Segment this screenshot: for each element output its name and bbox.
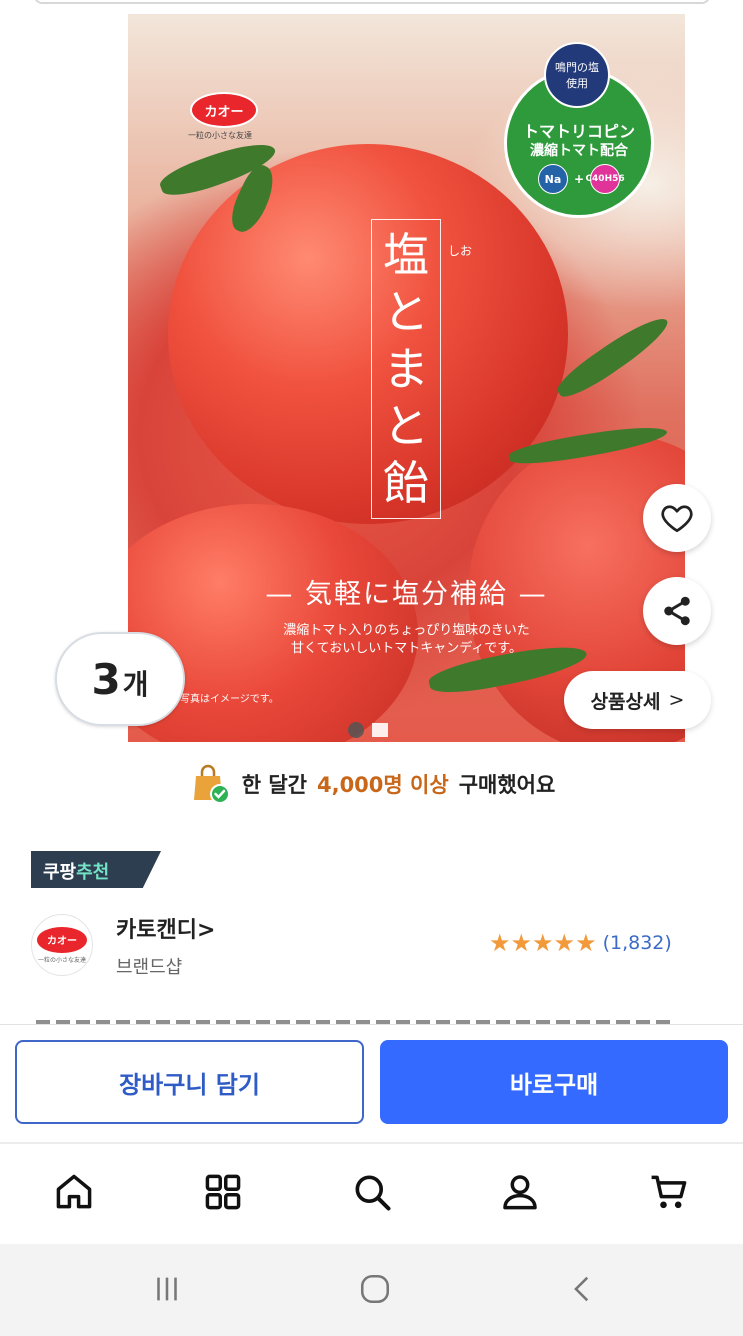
product-description: 濃縮トマト入りのちょっぴり塩味のきいた 甘くておいしいトマトキャンディです。: [128, 622, 685, 658]
action-bar: 장바구니 담기 바로구매: [0, 1024, 743, 1140]
quantity-badge: 3 개: [55, 632, 185, 726]
wishlist-button[interactable]: [643, 484, 711, 552]
cart-icon: [651, 1175, 687, 1209]
rating[interactable]: ★ ★ ★ ★ ★ (1,832): [489, 931, 672, 955]
sodium-icon: Na: [537, 164, 568, 194]
shopping-bag-check-icon: [193, 764, 230, 804]
carousel-dot-active[interactable]: [348, 722, 364, 738]
star-icon: ★: [510, 929, 533, 957]
purchase-highlight: 4,000명 이상: [316, 773, 449, 797]
star-icon: ★: [532, 929, 554, 957]
tomato-image: [168, 144, 568, 524]
product-page: カオー 一粒の小さな友達 トマトリコピン 濃縮トマト配合 Na + C40H56…: [0, 0, 743, 1336]
brand-logo[interactable]: カオー 一粒の小さな友達: [31, 914, 93, 976]
nav-category[interactable]: [197, 1166, 249, 1218]
description-line: 濃縮トマト入りのちょっぴり塩味のきいた: [283, 623, 530, 638]
product-image[interactable]: カオー 一粒の小さな友達 トマトリコピン 濃縮トマト配合 Na + C40H56…: [128, 14, 685, 742]
detail-button-label: 상품상세: [590, 690, 661, 713]
bottom-nav: [0, 1142, 743, 1244]
buy-now-button[interactable]: 바로구매: [380, 1040, 728, 1124]
lycopene-icon: C40H56: [585, 164, 625, 194]
badge-line1: トマトリコピン: [522, 122, 635, 141]
nav-cart[interactable]: [643, 1166, 695, 1218]
purchase-count-notice: 한 달간 4,000명 이상 구매했어요: [0, 762, 743, 806]
product-title-box: 塩 と ま と 飴: [371, 219, 441, 519]
back-icon: [574, 1276, 589, 1302]
rating-count[interactable]: (1,832): [603, 932, 672, 954]
kao-logo: カオー: [190, 92, 258, 128]
product-subtitle: — 気軽に塩分補給 —: [265, 579, 548, 610]
top-search-bar[interactable]: [34, 0, 710, 4]
category-icon: [205, 1174, 241, 1210]
title-char: 飴: [383, 456, 429, 511]
carousel-indicator[interactable]: [348, 722, 388, 738]
recommend-part1: 쿠팡: [43, 862, 77, 883]
star-icon: ★: [575, 929, 597, 957]
kao-tagline: 一粒の小さな友達: [188, 131, 252, 140]
badge-top-line2: 使用: [566, 77, 588, 90]
carousel-dot[interactable]: [372, 723, 388, 737]
chevron-right-icon: >: [668, 689, 685, 711]
nav-my[interactable]: [494, 1166, 546, 1218]
brand-shop-label: 브랜드샵: [116, 957, 183, 978]
description-line: 甘くておいしいトマトキャンディです。: [290, 641, 522, 656]
recommend-part2: 추천: [76, 862, 110, 883]
heart-icon: [661, 505, 693, 533]
purchase-suffix: 구매했어요: [458, 773, 556, 797]
coupang-recommend-badge: 쿠팡추천: [31, 851, 161, 888]
quantity-number: 3: [91, 654, 121, 704]
share-icon: [664, 596, 690, 626]
brand-logo-sub: 一粒の小さな友達: [37, 956, 86, 964]
photo-note: 写真はイメージです。: [180, 694, 279, 705]
recent-apps-button[interactable]: [142, 1266, 192, 1312]
home-circle-icon: [360, 1274, 390, 1304]
title-char: ま: [383, 341, 429, 396]
title-char: と: [383, 399, 429, 454]
recent-apps-icon: [157, 1277, 177, 1301]
user-icon: [503, 1175, 537, 1210]
title-char: 塩: [383, 227, 429, 282]
star-icon: ★: [553, 929, 576, 957]
nav-home[interactable]: [48, 1166, 100, 1218]
brand-name-link[interactable]: 카토캔디>: [116, 912, 215, 944]
quantity-unit: 개: [122, 668, 149, 701]
brand-logo-mark: カオー: [37, 926, 87, 953]
home-icon: [56, 1174, 92, 1209]
add-to-cart-button[interactable]: 장바구니 담기: [15, 1040, 364, 1124]
product-detail-button[interactable]: 상품상세 >: [564, 671, 711, 729]
badge-chem-row: Na + C40H56: [537, 164, 625, 194]
star-icon: ★: [489, 929, 511, 957]
badge-top-line1: 鳴門の塩: [555, 61, 599, 74]
naruto-salt-badge: 鳴門の塩 使用: [544, 42, 610, 108]
back-button[interactable]: [558, 1266, 608, 1312]
badge-line2: 濃縮トマト配合: [530, 143, 628, 159]
share-button[interactable]: [643, 577, 711, 645]
home-system-button[interactable]: [350, 1266, 400, 1312]
search-icon: [355, 1175, 391, 1211]
system-nav-bar: [0, 1244, 743, 1336]
title-char: と: [383, 284, 429, 339]
title-furigana: しお: [448, 244, 473, 258]
nav-search[interactable]: [346, 1166, 398, 1218]
purchase-prefix: 한 달간: [241, 773, 307, 797]
